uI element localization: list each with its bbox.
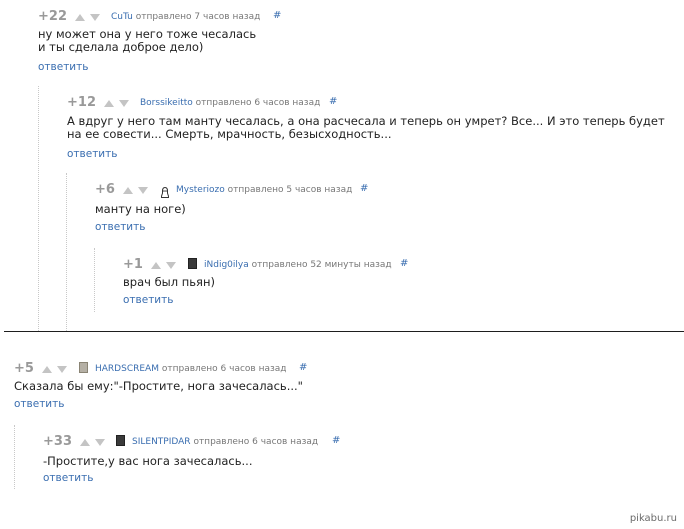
upvote-arrow-icon[interactable]: [80, 439, 90, 446]
comment-header: +6 Mysteriozo отправлено 5 часов назад #: [95, 182, 385, 198]
comment-text: манту на ноге): [95, 202, 186, 216]
comment: +5 HARDSCREAM отправлено 6 часов назад #…: [14, 352, 674, 416]
comment-time: отправлено 6 часов назад: [193, 437, 319, 447]
comment-header: +1 iNdig0ilya отправлено 52 минуты назад…: [123, 257, 413, 273]
comment-permalink[interactable]: #: [299, 362, 307, 373]
comment-time: отправлено 7 часов назад: [135, 12, 261, 22]
downvote-arrow-icon[interactable]: [90, 14, 100, 21]
comment-permalink[interactable]: #: [329, 96, 337, 107]
reply-link[interactable]: ответить: [38, 61, 88, 73]
downvote-arrow-icon[interactable]: [95, 439, 105, 446]
comment-time: отправлено 52 минуты назад: [251, 260, 392, 270]
downvote-arrow-icon[interactable]: [138, 187, 148, 194]
avatar-icon: [188, 258, 197, 269]
comment-author[interactable]: iNdig0ilya: [204, 260, 249, 270]
upvote-arrow-icon[interactable]: [42, 366, 52, 373]
comment-text: Сказала бы ему:"-Простите, нога зачесала…: [14, 379, 303, 393]
downvote-arrow-icon[interactable]: [166, 262, 176, 269]
comment-permalink[interactable]: #: [360, 183, 368, 194]
comment-author[interactable]: CuTu: [111, 12, 133, 22]
comment-time: отправлено 5 часов назад: [227, 185, 353, 195]
comment-header: +22 CuTu отправлено 7 часов назад #: [38, 9, 338, 25]
comment-text: А вдруг у него там манту чесалась, а она…: [67, 114, 665, 141]
reply-link[interactable]: ответить: [123, 294, 173, 306]
reply-link[interactable]: ответить: [95, 221, 145, 233]
avatar-icon: [79, 362, 88, 373]
comment-permalink[interactable]: #: [332, 435, 340, 446]
comment-rating: +33: [43, 434, 72, 449]
comment-rating: +22: [38, 9, 67, 24]
comment-permalink[interactable]: #: [273, 10, 281, 21]
comment-text: врач был пьян): [123, 275, 215, 289]
comment-rating: +1: [123, 257, 143, 272]
reply-link[interactable]: ответить: [43, 472, 93, 484]
comment-rating: +12: [67, 95, 96, 110]
comment-time: отправлено 6 часов назад: [161, 364, 287, 374]
comment-text: -Простите,у вас нога зачесалась...: [43, 454, 253, 468]
downvote-arrow-icon[interactable]: [119, 100, 129, 107]
upvote-arrow-icon[interactable]: [123, 187, 133, 194]
comment-header: +5 HARDSCREAM отправлено 6 часов назад #: [14, 361, 314, 377]
section-divider: [4, 331, 684, 332]
comment-header: +33 SILENTPIDAR отправлено 6 часов назад…: [43, 434, 363, 450]
avatar-icon: [161, 183, 169, 198]
comment-author[interactable]: Borssikeitto: [140, 98, 193, 108]
comment-time: отправлено 6 часов назад: [195, 98, 321, 108]
comment-permalink[interactable]: #: [400, 258, 408, 269]
upvote-arrow-icon[interactable]: [151, 262, 161, 269]
avatar-icon: [116, 435, 125, 446]
comment-header: +12 Borssikeitto отправлено 6 часов наза…: [67, 95, 387, 111]
comment: +22 CuTu отправлено 7 часов назад # ну м…: [38, 0, 678, 80]
comment: +33 SILENTPIDAR отправлено 6 часов назад…: [14, 425, 655, 489]
comment-author[interactable]: SILENTPIDAR: [132, 437, 191, 447]
comment: +1 iNdig0ilya отправлено 52 минуты назад…: [94, 248, 655, 312]
comment-text: ну может она у него тоже чесалась и ты с…: [38, 27, 257, 54]
site-watermark: pikabu.ru: [629, 513, 677, 524]
comment-rating: +5: [14, 361, 34, 376]
reply-link[interactable]: ответить: [14, 398, 64, 410]
comment-author[interactable]: Mysteriozo: [176, 185, 225, 195]
upvote-arrow-icon[interactable]: [75, 14, 85, 21]
upvote-arrow-icon[interactable]: [104, 100, 114, 107]
reply-link[interactable]: ответить: [67, 148, 117, 160]
comment-author[interactable]: HARDSCREAM: [95, 364, 159, 374]
comment-rating: +6: [95, 182, 115, 197]
downvote-arrow-icon[interactable]: [57, 366, 67, 373]
